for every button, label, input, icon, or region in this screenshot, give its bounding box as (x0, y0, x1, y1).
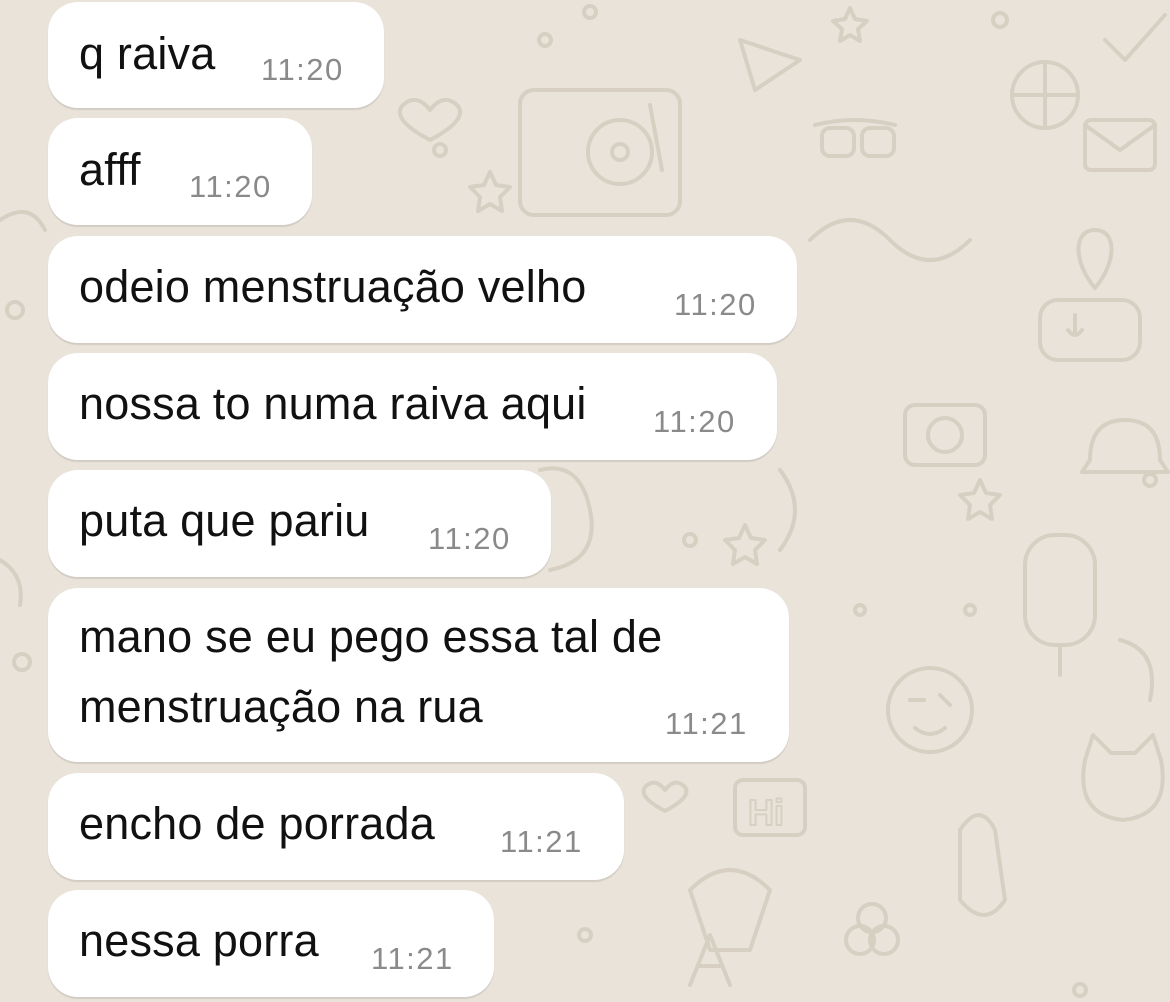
message-timestamp: 11:20 (428, 521, 511, 556)
message-text: q raiva (79, 28, 216, 79)
message-text: nossa to numa raiva aqui (79, 378, 587, 429)
message-text: nessa porra (79, 915, 319, 966)
message-bubble[interactable]: odeio menstruação velho 11:20 (48, 236, 797, 343)
message-bubble[interactable]: encho de porrada 11:21 (48, 773, 624, 880)
message-text: mano se eu pego essa tal de (79, 611, 663, 662)
message-bubble[interactable]: mano se eu pego essa tal de menstruação … (48, 588, 789, 762)
chat-messages: q raiva 11:20 afff 11:20 odeio menstruaç… (0, 0, 1170, 1002)
message-timestamp: 11:20 (261, 52, 344, 87)
message-bubble[interactable]: nessa porra 11:21 (48, 890, 494, 997)
message-timestamp: 11:20 (674, 287, 757, 322)
message-bubble[interactable]: nossa to numa raiva aqui 11:20 (48, 353, 777, 460)
message-text: afff (79, 144, 141, 195)
message-text: menstruação na rua (79, 681, 483, 732)
message-timestamp: 11:21 (665, 706, 748, 741)
message-text: odeio menstruação velho (79, 261, 587, 312)
message-bubble[interactable]: puta que pariu 11:20 (48, 470, 551, 577)
message-timestamp: 11:20 (189, 169, 272, 204)
message-text: puta que pariu (79, 495, 370, 546)
message-timestamp: 11:21 (500, 824, 583, 859)
message-timestamp: 11:20 (653, 404, 736, 439)
message-text: encho de porrada (79, 798, 435, 849)
message-bubble[interactable]: q raiva 11:20 (48, 2, 384, 108)
message-timestamp: 11:21 (371, 941, 454, 976)
message-bubble[interactable]: afff 11:20 (48, 118, 312, 225)
